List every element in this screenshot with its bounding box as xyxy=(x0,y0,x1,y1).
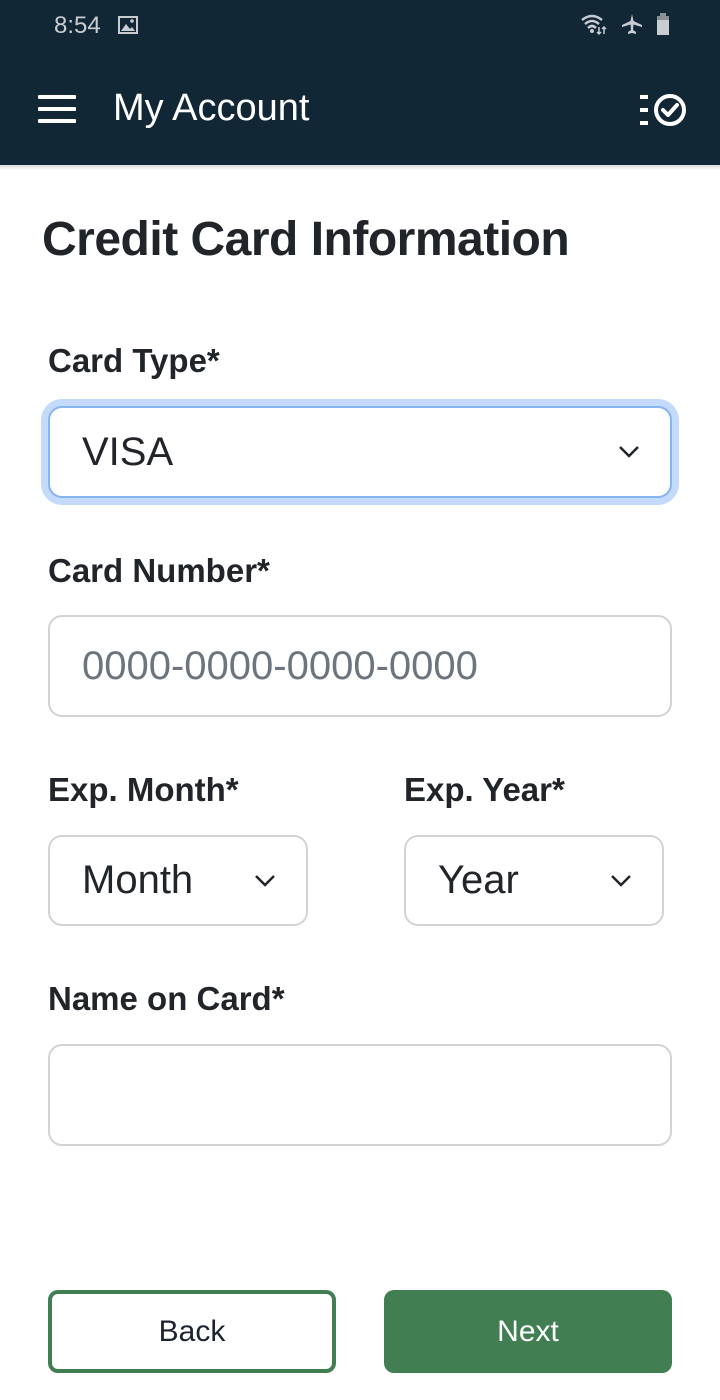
status-icons xyxy=(580,12,670,36)
card-type-label: Card Type* xyxy=(48,342,220,379)
page-title: Credit Card Information xyxy=(42,213,570,266)
hamburger-menu-icon[interactable] xyxy=(38,95,76,123)
name-on-card-input[interactable] xyxy=(48,1044,672,1146)
image-notification-icon xyxy=(118,16,138,34)
exp-month-label: Exp. Month* xyxy=(48,771,239,808)
app-bar: My Account xyxy=(0,55,720,165)
app-bar-shadow xyxy=(0,165,720,170)
card-type-select[interactable]: VISA xyxy=(48,406,672,498)
status-time: 8:54 xyxy=(54,12,101,39)
airplane-mode-icon xyxy=(622,14,642,34)
battery-icon xyxy=(657,13,669,35)
exp-month-select[interactable]: Month xyxy=(48,835,308,926)
checklist-icon[interactable] xyxy=(640,91,688,129)
exp-year-select[interactable]: Year xyxy=(404,835,664,926)
name-on-card-label: Name on Card* xyxy=(48,980,285,1017)
card-number-input[interactable]: 0000-0000-0000-0000 xyxy=(48,615,672,717)
card-number-placeholder: 0000-0000-0000-0000 xyxy=(82,643,478,688)
app-title: My Account xyxy=(113,87,310,129)
wifi-icon xyxy=(581,14,607,36)
exp-year-value: Year xyxy=(438,858,519,902)
back-button[interactable]: Back xyxy=(48,1290,336,1373)
card-number-label: Card Number* xyxy=(48,552,270,589)
chevron-down-icon xyxy=(255,874,275,887)
chevron-down-icon xyxy=(619,446,639,458)
status-bar: 8:54 xyxy=(0,0,720,55)
exp-month-value: Month xyxy=(82,858,194,902)
exp-year-label: Exp. Year* xyxy=(404,771,565,808)
card-type-value: VISA xyxy=(82,429,174,474)
next-button[interactable]: Next xyxy=(384,1290,672,1373)
chevron-down-icon xyxy=(611,874,631,887)
